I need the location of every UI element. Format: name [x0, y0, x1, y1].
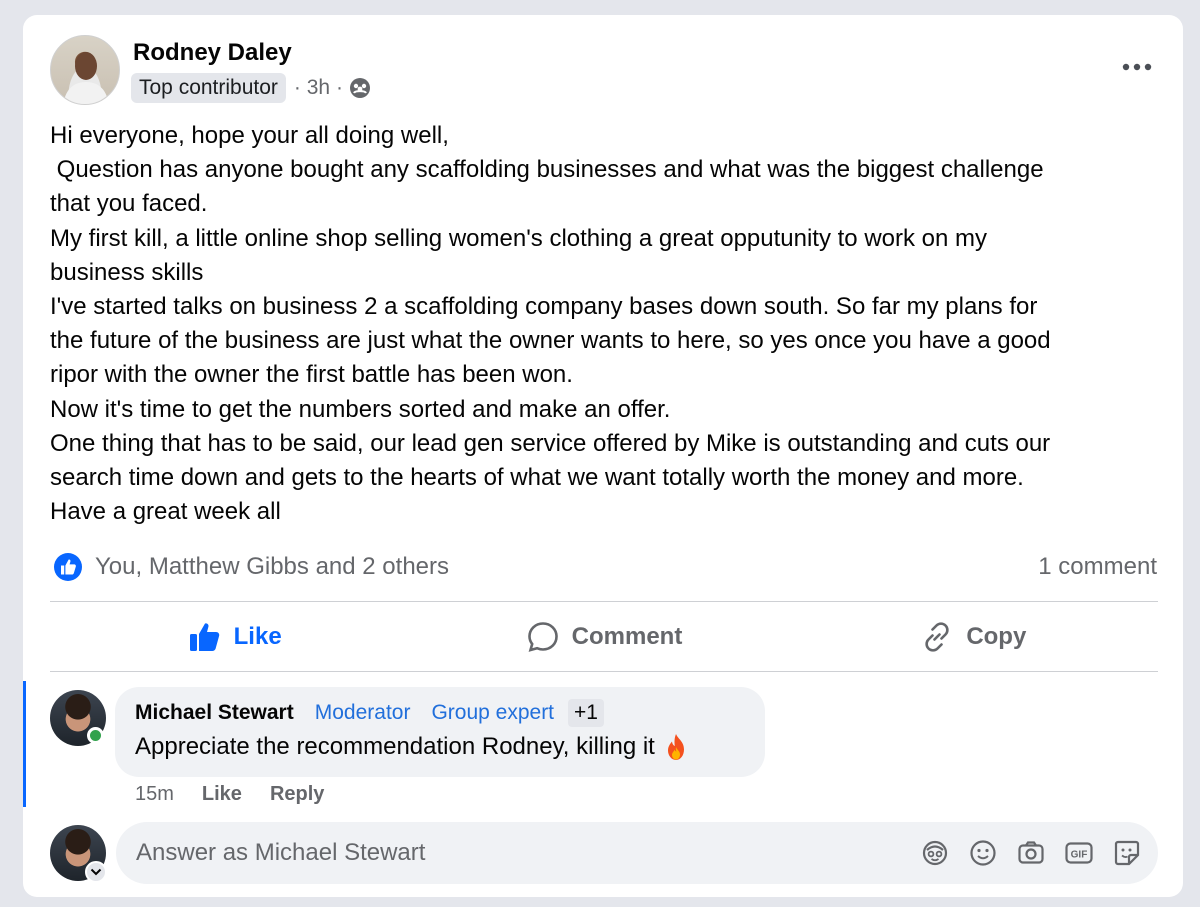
comment-reply-button[interactable]: Reply [270, 783, 324, 806]
fire-icon [667, 734, 684, 760]
reactions-summary[interactable]: You, Matthew Gibbs and 2 others [53, 552, 449, 582]
group-expert-badge[interactable]: Group expert [431, 701, 554, 725]
more-options-button[interactable] [1119, 55, 1155, 79]
post-line: that you faced. [50, 190, 208, 218]
commenter-name[interactable]: Michael Stewart [135, 701, 294, 725]
divider [50, 601, 1158, 602]
profile-switcher-button[interactable] [85, 861, 107, 883]
copy-label: Copy [966, 623, 1027, 650]
post-action-bar: Like Comment Copy [50, 603, 1158, 671]
comment-bubble-icon [527, 622, 558, 652]
comment-text: Appreciate the recommendation Rodney, ki… [135, 733, 689, 761]
camera-icon[interactable] [1016, 838, 1046, 868]
comment-actions: 15m Like Reply [135, 781, 324, 807]
post-line: Question has anyone bought any scaffoldi… [50, 156, 1044, 184]
post-line: I've started talks on business 2 a scaff… [50, 293, 1038, 321]
author-name[interactable]: Rodney Daley [133, 39, 292, 67]
reactions-text: You, Matthew Gibbs and 2 others [95, 553, 449, 580]
comment-count[interactable]: 1 comment [1038, 553, 1157, 581]
post-card: Rodney Daley Top contributor · 3h · Hi e… [23, 15, 1183, 897]
reactions-row: You, Matthew Gibbs and 2 others 1 commen… [53, 550, 1157, 584]
emoji-icon[interactable] [968, 838, 998, 868]
like-reaction-icon [54, 553, 82, 581]
post-line: ripor with the owner the first battle ha… [50, 361, 573, 389]
comment-timestamp[interactable]: 15m [135, 783, 174, 806]
post-line: Now it's time to get the numbers sorted … [50, 395, 671, 423]
online-status-indicator [87, 727, 104, 744]
reply-input[interactable] [116, 822, 886, 884]
post-line: Have a great week all [50, 498, 281, 526]
group-members-icon [349, 77, 371, 99]
comment-label: Comment [571, 623, 683, 650]
post-line: the future of the business are just what… [50, 327, 1051, 355]
divider [50, 671, 1158, 672]
avatar-sticker-icon[interactable] [920, 838, 950, 868]
link-icon [925, 622, 949, 652]
post-line: One thing that has to be said, our lead … [50, 429, 1051, 457]
ellipsis-icon [1122, 63, 1152, 71]
reply-composer: GIF [116, 822, 1158, 884]
comment-like-button[interactable]: Like [202, 783, 242, 806]
svg-text:GIF: GIF [1071, 850, 1088, 861]
post-meta: Top contributor · 3h · [131, 72, 371, 104]
thumbs-up-icon [189, 623, 219, 651]
comment-highlight-bar [23, 681, 26, 807]
post-body: Hi everyone, hope your all doing well, Q… [50, 119, 1165, 529]
comment-text-content: Appreciate the recommendation Rodney, ki… [135, 733, 655, 760]
composer-tools: GIF [902, 838, 1142, 868]
post-line: business skills [50, 258, 204, 286]
comment-bubble: Michael Stewart Moderator Group expert +… [115, 687, 765, 777]
sticker-icon[interactable] [1112, 838, 1142, 868]
like-label: Like [233, 623, 282, 650]
comment-header: Michael Stewart Moderator Group expert +… [135, 697, 604, 729]
more-badges-count[interactable]: +1 [568, 699, 604, 727]
gif-icon[interactable]: GIF [1064, 838, 1094, 868]
top-contributor-badge: Top contributor [131, 73, 286, 103]
post-line: search time down and gets to the hearts … [50, 464, 1024, 492]
copy-button[interactable]: Copy [789, 603, 1158, 671]
post-line: My first kill, a little online shop sell… [50, 224, 988, 252]
author-avatar[interactable] [50, 35, 120, 105]
post-timestamp[interactable]: · 3h · [294, 76, 343, 100]
comment-button[interactable]: Comment [419, 603, 788, 671]
chevron-down-icon [90, 868, 102, 876]
post-line: Hi everyone, hope your all doing well, [50, 122, 449, 149]
like-button[interactable]: Like [50, 603, 419, 671]
moderator-badge[interactable]: Moderator [315, 701, 411, 725]
